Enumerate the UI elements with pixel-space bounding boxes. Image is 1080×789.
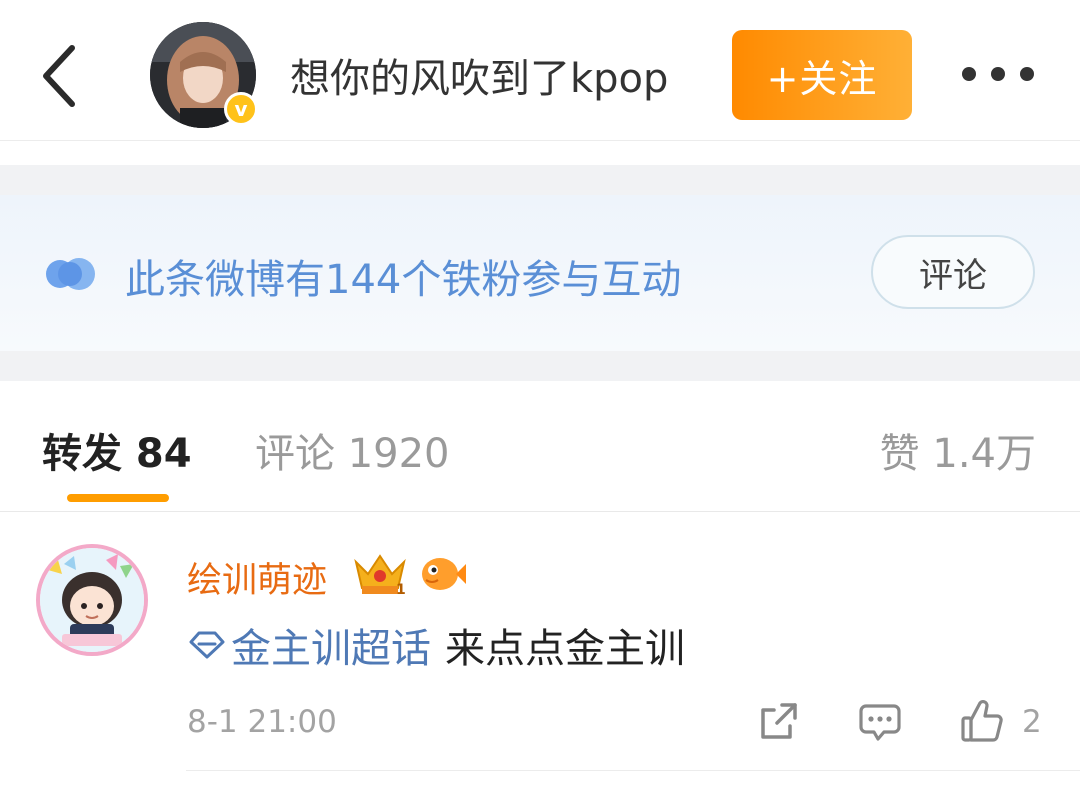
svg-text:1: 1: [396, 582, 406, 598]
verified-badge-icon: v: [224, 92, 258, 126]
fan-icon: [46, 258, 95, 290]
reply-button[interactable]: [858, 700, 902, 744]
comment-content: 金主训超话 来点点金主训: [187, 616, 685, 674]
author-username[interactable]: 想你的风吹到了kpop: [290, 46, 668, 104]
tab-reposts[interactable]: 转发 84: [42, 421, 192, 479]
more-dot-icon: [991, 67, 1005, 81]
cartoon-avatar-image: [40, 548, 144, 652]
header-spacer: [0, 141, 1080, 165]
list-item: 绘训萌迹 1 金主训超话 来点点金主训 8-1 21:00 2: [0, 512, 1080, 789]
author-avatar[interactable]: v: [150, 22, 258, 128]
tab-likes[interactable]: 赞 1.4万: [880, 421, 1036, 479]
comment-icon: [859, 704, 901, 741]
comment-timestamp: 8-1 21:00: [187, 704, 337, 740]
follow-button[interactable]: +关注: [732, 30, 912, 120]
back-button[interactable]: [38, 44, 82, 108]
commenter-avatar[interactable]: [36, 544, 148, 656]
share-button[interactable]: [758, 700, 800, 742]
comment-text: 来点点金主训: [445, 626, 685, 672]
more-dot-icon: [962, 67, 976, 81]
thumbs-up-icon: [961, 700, 1003, 742]
more-options-button[interactable]: [962, 60, 1034, 88]
chevron-left-icon: [43, 45, 75, 107]
fan-banner-text: 此条微博有144个铁粉参与互动: [125, 257, 682, 303]
like-count: 2: [1022, 704, 1042, 740]
fan-interaction-banner: 此条微博有144个铁粉参与互动 评论: [0, 165, 1080, 381]
active-tab-indicator: [67, 494, 169, 502]
like-button[interactable]: [960, 698, 1004, 744]
crown-badge-icon: 1: [354, 554, 406, 598]
interaction-tabs: 转发 84 评论 1920 赞 1.4万: [0, 381, 1080, 512]
topic-link[interactable]: 金主训超话: [187, 616, 431, 674]
commenter-username[interactable]: 绘训萌迹: [187, 552, 327, 603]
divider: [186, 770, 1080, 771]
topic-label: 金主训超话: [231, 626, 431, 672]
diamond-topic-icon: [189, 631, 225, 659]
post-header: v 想你的风吹到了kpop +关注: [0, 0, 1080, 141]
more-dot-icon: [1020, 67, 1034, 81]
fish-badge-icon: [422, 558, 466, 590]
share-icon: [761, 703, 797, 739]
fan-comment-button[interactable]: 评论: [871, 235, 1035, 309]
tab-comments[interactable]: 评论 1920: [255, 421, 450, 479]
fan-banner-card: 此条微博有144个铁粉参与互动 评论: [0, 195, 1080, 351]
